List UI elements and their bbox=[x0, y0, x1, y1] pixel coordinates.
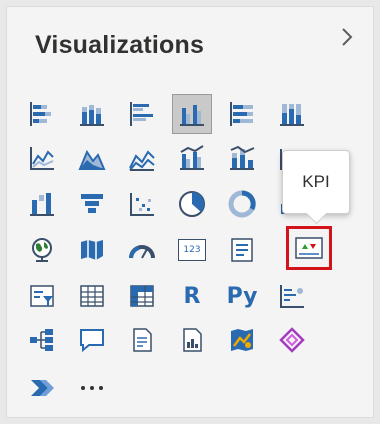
stacked-column-chart-icon bbox=[80, 105, 104, 126]
visual-slicer[interactable] bbox=[22, 276, 62, 316]
filled-map-icon bbox=[81, 240, 103, 260]
chevron-right-icon bbox=[342, 28, 353, 46]
visual-power-apps[interactable] bbox=[272, 320, 312, 360]
area-chart-icon bbox=[78, 149, 106, 170]
decomposition-tree-icon bbox=[30, 329, 53, 351]
key-influencers-icon bbox=[280, 285, 304, 308]
visual-clustered-column-chart[interactable] bbox=[172, 94, 212, 134]
power-automate-icon bbox=[31, 380, 54, 396]
visual-decomposition-tree[interactable] bbox=[22, 320, 62, 360]
visual-card[interactable]: 123 bbox=[172, 230, 212, 270]
visual-line-clustered-column-chart[interactable] bbox=[172, 138, 212, 178]
100-stacked-bar-chart-icon bbox=[230, 102, 253, 126]
pane-title: Visualizations bbox=[35, 31, 205, 59]
visual-qna[interactable] bbox=[72, 320, 112, 360]
visual-funnel-chart[interactable] bbox=[72, 184, 112, 224]
r-script-visual-icon: R bbox=[183, 283, 201, 309]
visual-python[interactable]: Py bbox=[222, 276, 262, 316]
clustered-column-chart-icon bbox=[180, 105, 204, 126]
multi-row-card-icon bbox=[231, 238, 253, 262]
table-icon bbox=[80, 285, 104, 307]
power-apps-icon bbox=[279, 327, 305, 353]
visual-100-stacked-column-chart[interactable] bbox=[272, 94, 312, 134]
100-stacked-column-chart-icon bbox=[280, 104, 304, 126]
card-icon: 123 bbox=[178, 239, 206, 261]
visual-line-chart[interactable] bbox=[22, 138, 62, 178]
stacked-bar-chart-icon bbox=[30, 102, 51, 126]
visual-stacked-area-chart[interactable] bbox=[122, 138, 162, 178]
visual-area-chart[interactable] bbox=[72, 138, 112, 178]
tooltip-text: KPI bbox=[302, 172, 330, 191]
pie-chart-icon bbox=[179, 191, 205, 217]
visual-kpi[interactable] bbox=[286, 226, 332, 270]
card-icon-text: 123 bbox=[183, 245, 201, 255]
visual-table[interactable] bbox=[72, 276, 112, 316]
visual-power-automate[interactable] bbox=[22, 368, 62, 408]
collapse-pane-button[interactable] bbox=[335, 23, 359, 51]
smart-narrative-icon bbox=[133, 328, 152, 352]
visual-azure-map[interactable] bbox=[222, 320, 262, 360]
visual-pie-chart[interactable] bbox=[172, 184, 212, 224]
clustered-bar-chart-icon bbox=[130, 102, 153, 126]
donut-chart-icon bbox=[228, 190, 256, 218]
stacked-area-chart-icon bbox=[129, 150, 155, 171]
qna-icon bbox=[80, 329, 104, 353]
visual-r-script[interactable]: R bbox=[172, 276, 212, 316]
kpi-icon bbox=[295, 237, 323, 259]
visual-key-influencers[interactable] bbox=[272, 276, 312, 316]
waterfall-chart-icon bbox=[30, 193, 54, 216]
visual-gauge[interactable] bbox=[122, 230, 162, 270]
paginated-report-icon bbox=[183, 328, 202, 352]
more-visuals-icon bbox=[81, 386, 103, 390]
azure-map-icon bbox=[231, 329, 253, 351]
visual-map[interactable] bbox=[22, 230, 62, 270]
visual-matrix[interactable] bbox=[122, 276, 162, 316]
more-visuals-button[interactable] bbox=[72, 368, 112, 408]
gauge-icon bbox=[129, 245, 155, 259]
visual-paginated-report[interactable] bbox=[172, 320, 212, 360]
python-visual-icon: Py bbox=[226, 283, 258, 309]
funnel-chart-icon bbox=[81, 194, 103, 213]
visual-stacked-column-chart[interactable] bbox=[72, 94, 112, 134]
visual-line-stacked-column-chart[interactable] bbox=[222, 138, 262, 178]
visual-waterfall-chart[interactable] bbox=[22, 184, 62, 224]
visual-multi-row-card[interactable] bbox=[222, 230, 262, 270]
slicer-icon bbox=[30, 285, 54, 307]
visual-donut-chart[interactable] bbox=[222, 184, 262, 224]
visual-stacked-bar-chart[interactable] bbox=[22, 94, 62, 134]
matrix-icon bbox=[130, 285, 154, 307]
line-clustered-column-chart-icon bbox=[180, 145, 204, 170]
scatter-chart-icon bbox=[130, 193, 154, 216]
visual-smart-narrative[interactable] bbox=[122, 320, 162, 360]
line-chart-icon bbox=[30, 147, 54, 170]
visual-filled-map[interactable] bbox=[72, 230, 112, 270]
visual-100-stacked-bar-chart[interactable] bbox=[222, 94, 262, 134]
map-icon bbox=[32, 238, 52, 262]
visual-scatter-chart[interactable] bbox=[122, 184, 162, 224]
visual-clustered-bar-chart[interactable] bbox=[122, 94, 162, 134]
kpi-tooltip: KPI bbox=[282, 150, 350, 214]
line-stacked-column-chart-icon bbox=[230, 145, 255, 170]
